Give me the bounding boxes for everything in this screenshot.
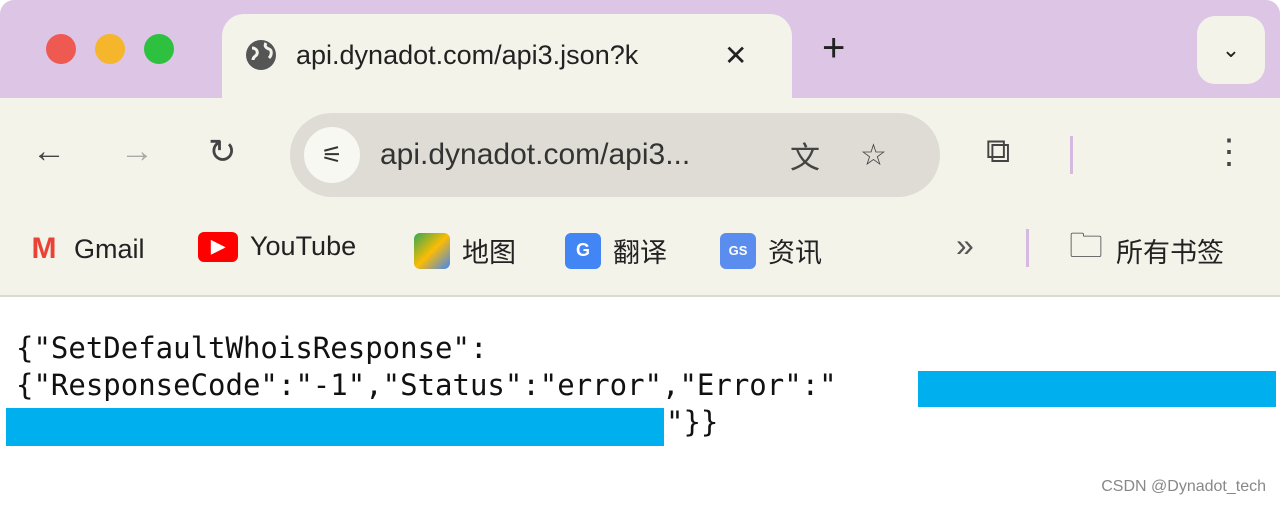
site-info-icon[interactable]: ⚟ [304, 127, 360, 183]
gmail-icon: M [31, 232, 57, 265]
bookmark-star-icon[interactable]: ☆ [860, 138, 887, 173]
more-bookmarks-button[interactable]: » [956, 227, 974, 264]
tab-search-button[interactable]: ⌄ [1197, 16, 1265, 84]
translate-page-icon[interactable]: 文 [790, 133, 820, 177]
json-line-1: {"SetDefaultWhoisResponse": [16, 331, 488, 365]
bookmarks-divider [1026, 229, 1029, 267]
window-minimize-button[interactable] [95, 34, 125, 64]
bookmark-gmail[interactable]: M Gmail [26, 231, 145, 267]
maps-icon [414, 232, 450, 269]
bookmark-maps[interactable]: 地图 [414, 231, 516, 270]
folder-icon: 🗀 [1069, 227, 1103, 265]
bookmark-youtube[interactable]: ▶ YouTube [198, 231, 356, 262]
toolbar-divider [1070, 136, 1073, 174]
reload-button[interactable]: ↻ [208, 132, 237, 172]
news-icon: GS [720, 232, 756, 269]
youtube-icon: ▶ [198, 231, 238, 262]
back-button[interactable]: ← [32, 132, 66, 171]
bookmarks-bar: M Gmail ▶ YouTube 地图 G 翻译 GS 资讯 » 🗀 所有书签 [0, 205, 1280, 297]
tab-close-button[interactable]: ✕ [724, 39, 747, 72]
watermark: CSDN @Dynadot_tech [1101, 478, 1266, 495]
redaction-block [918, 371, 1276, 407]
globe-icon [246, 40, 276, 70]
json-line-2: {"ResponseCode":"-1","Status":"error","E… [16, 368, 837, 402]
window-close-button[interactable] [46, 34, 76, 64]
menu-icon[interactable]: ⋮ [1212, 132, 1246, 172]
tab-title: api.dynadot.com/api3.json?k [296, 39, 639, 70]
new-tab-button[interactable]: + [822, 26, 845, 71]
tab-strip: api.dynadot.com/api3.json?k ✕ + ⌄ [0, 0, 1280, 104]
url-text[interactable]: api.dynadot.com/api3... [380, 138, 770, 172]
translate-icon: G [565, 232, 601, 269]
extensions-icon[interactable]: ⧉ [986, 132, 1010, 171]
window-zoom-button[interactable] [144, 34, 174, 64]
forward-button[interactable]: → [120, 132, 154, 171]
bookmark-translate[interactable]: G 翻译 [565, 231, 667, 270]
bookmark-news[interactable]: GS 资讯 [720, 231, 822, 270]
all-bookmarks-button[interactable]: 🗀 所有书签 [1068, 227, 1224, 270]
redaction-block [6, 408, 664, 446]
address-bar[interactable]: ⚟ api.dynadot.com/api3... 文 ☆ [290, 113, 940, 197]
tab-active[interactable]: api.dynadot.com/api3.json?k ✕ [222, 14, 792, 104]
